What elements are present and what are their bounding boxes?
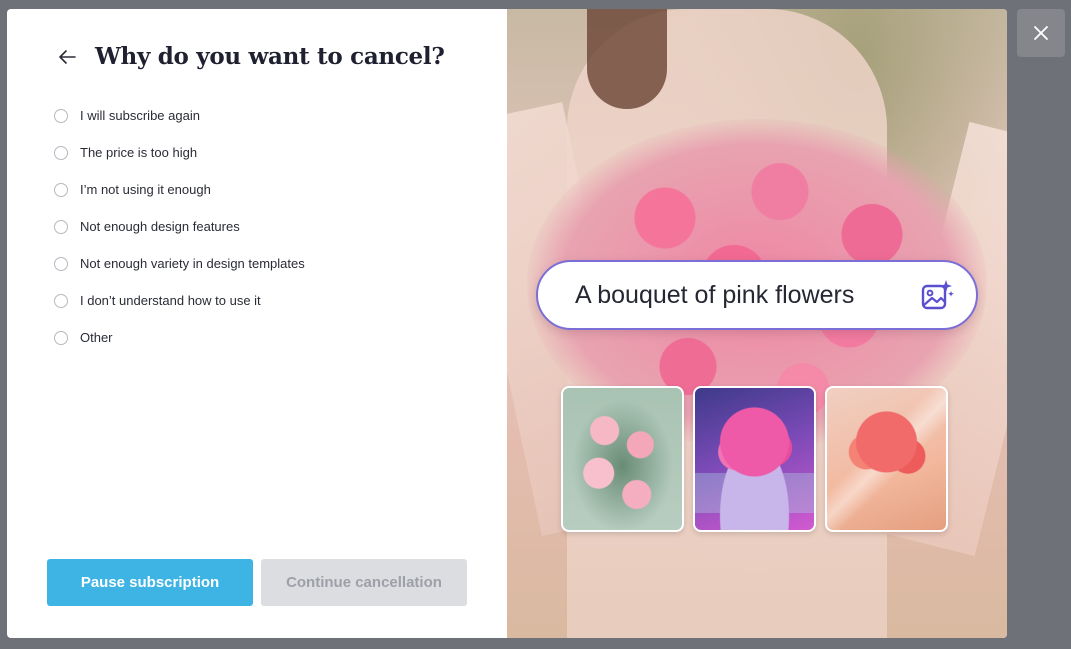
hair-shape — [587, 9, 667, 109]
thumbnail-pink-peony-illustration — [561, 386, 684, 532]
reason-option-label: I will subscribe again — [80, 108, 200, 123]
radio-button[interactable] — [54, 182, 68, 197]
pause-subscription-button[interactable]: Pause subscription — [47, 559, 253, 606]
reason-option-subscribe-again[interactable]: I will subscribe again — [54, 97, 305, 134]
radio-button[interactable] — [54, 293, 68, 308]
reason-option-label: The price is too high — [80, 145, 198, 160]
radio-button[interactable] — [54, 108, 68, 123]
reason-option-label: I don’t understand how to use it — [80, 293, 261, 308]
ai-prompt-pill: A bouquet of pink flowers — [536, 260, 978, 330]
close-icon — [1034, 26, 1048, 40]
radio-button[interactable] — [54, 145, 68, 160]
cancel-subscription-modal: Why do you want to cancel? I will subscr… — [7, 9, 1007, 638]
cancel-reasons-pane: Why do you want to cancel? I will subscr… — [7, 9, 507, 638]
reason-option-label: Not enough variety in design templates — [80, 256, 305, 271]
wrapped-bouquet-image — [827, 388, 946, 530]
reason-option-label: Other — [80, 330, 113, 345]
continue-cancellation-button[interactable]: Continue cancellation — [261, 559, 467, 606]
reason-options-list: I will subscribe again The price is too … — [54, 97, 305, 356]
reason-option-template-variety[interactable]: Not enough variety in design templates — [54, 245, 305, 282]
generated-thumbnails — [561, 386, 957, 532]
radio-button[interactable] — [54, 256, 68, 271]
vase-flowers-image — [695, 388, 814, 530]
reason-option-label: Not enough design features — [80, 219, 240, 234]
reason-option-other[interactable]: Other — [54, 319, 305, 356]
radio-button[interactable] — [54, 219, 68, 234]
reason-option-price-too-high[interactable]: The price is too high — [54, 134, 305, 171]
thumbnail-pink-flowers-in-vase — [693, 386, 816, 532]
ai-prompt-text: A bouquet of pink flowers — [575, 280, 855, 309]
reason-option-design-features[interactable]: Not enough design features — [54, 208, 305, 245]
radio-button[interactable] — [54, 330, 68, 345]
back-button[interactable] — [55, 45, 79, 69]
modal-header: Why do you want to cancel? — [55, 43, 445, 70]
peony-illustration-image — [563, 388, 682, 530]
reason-option-label: I’m not using it enough — [80, 182, 211, 197]
close-modal-button[interactable] — [1017, 9, 1065, 57]
modal-actions: Pause subscription Continue cancellation — [47, 559, 467, 606]
reason-option-not-using-enough[interactable]: I’m not using it enough — [54, 171, 305, 208]
promo-image-pane: A bouquet of pink flowers — [507, 9, 1007, 638]
ai-image-icon — [921, 280, 954, 310]
modal-title: Why do you want to cancel? — [95, 43, 445, 70]
reason-option-dont-understand[interactable]: I don’t understand how to use it — [54, 282, 305, 319]
arrow-left-icon — [59, 49, 76, 64]
thumbnail-pink-bouquet-in-wrap — [825, 386, 948, 532]
